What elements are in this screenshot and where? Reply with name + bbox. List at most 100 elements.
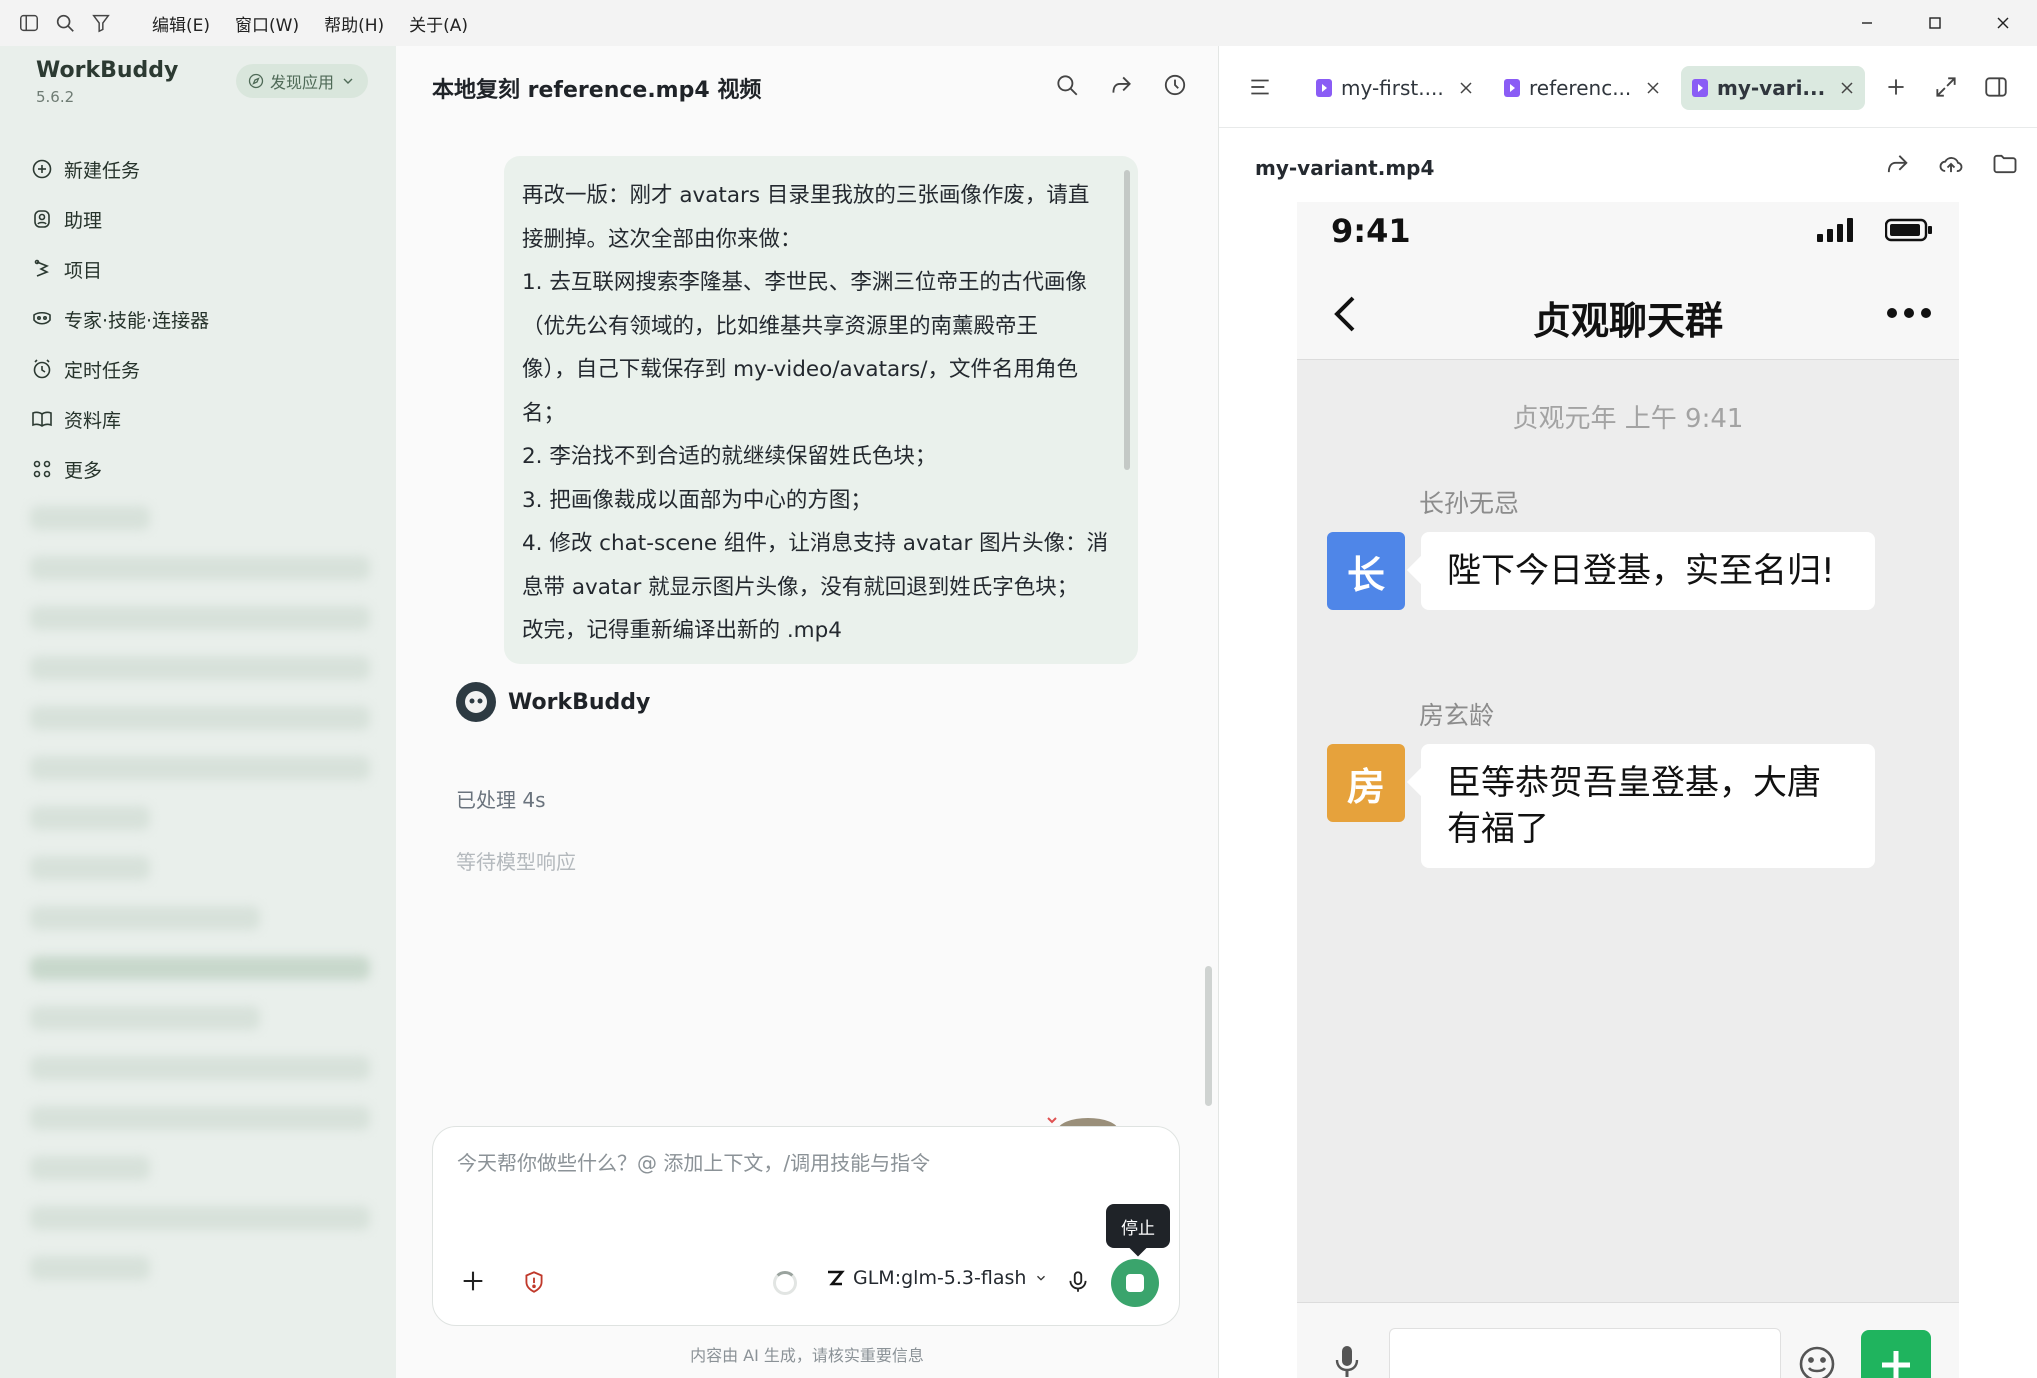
expert-icon: [33, 311, 51, 325]
message-line: 改完，记得重新编译出新的 .mp4: [522, 618, 842, 643]
sidebar-item-label: 项目: [64, 259, 103, 282]
video-file-icon: [1504, 79, 1520, 97]
tab-reference[interactable]: referenc...: [1493, 66, 1671, 110]
tab-bar: my-first.... referenc... my-vari...: [1219, 46, 2037, 128]
app-version: 5.6.2: [36, 88, 75, 106]
message-line: 3. 把画像裁成以面部为中心的方图；: [522, 487, 872, 513]
sidebar-item-project[interactable]: 项目: [30, 244, 209, 294]
menu-help[interactable]: 帮助(H): [324, 11, 384, 36]
filter-icon[interactable]: [86, 8, 116, 38]
close-icon[interactable]: [1458, 80, 1474, 96]
more-dots-icon[interactable]: [1885, 306, 1933, 320]
battery-icon: [1885, 218, 1932, 242]
add-tab-icon[interactable]: [1883, 74, 1909, 100]
sidebar-item-assistant[interactable]: 助理: [30, 194, 209, 244]
share-icon[interactable]: [1883, 150, 1911, 178]
phone-status-bar: 9:41: [1297, 202, 1959, 262]
stop-tooltip: 停止: [1106, 1204, 1170, 1248]
model-selector[interactable]: GLM:glm-5.3-flash: [825, 1267, 1048, 1289]
status-time: 9:41: [1331, 212, 1411, 250]
sidebar-item-scheduled[interactable]: 定时任务: [30, 344, 209, 394]
bubble-scrollbar[interactable]: [1124, 170, 1130, 470]
blurred-row[interactable]: [30, 1056, 370, 1080]
message-line: 4. 修改 chat-scene 组件，让消息支持 avatar 图片头像：消: [522, 531, 1109, 556]
blurred-row[interactable]: [30, 556, 370, 580]
outline-menu-icon[interactable]: [1247, 74, 1273, 100]
blurred-row[interactable]: [30, 656, 370, 680]
discover-apps-button[interactable]: 发现应用: [236, 64, 369, 98]
menu-window[interactable]: 窗口(W): [235, 11, 299, 36]
tab-my-first[interactable]: my-first....: [1305, 66, 1484, 110]
blurred-row[interactable]: [30, 1106, 370, 1130]
more-grid-icon: [33, 460, 51, 478]
blurred-row: [30, 506, 150, 530]
preview-panel: my-first.... referenc... my-vari... my-v…: [1219, 46, 2037, 1378]
maximize-button[interactable]: [1901, 0, 1969, 46]
close-window-button[interactable]: [1969, 0, 2037, 46]
video-file-icon: [1316, 79, 1332, 97]
composer-input[interactable]: 今天帮你做些什么？@ 添加上下文，/调用技能与指令: [457, 1147, 930, 1176]
cloud-upload-icon[interactable]: [1937, 150, 1965, 178]
panel-toggle-icon[interactable]: [1983, 74, 2009, 100]
sidebar-item-library[interactable]: 资料库: [30, 394, 209, 444]
shield-alert-icon[interactable]: [521, 1269, 547, 1295]
emoji-icon: [1799, 1346, 1835, 1378]
waiting-status: 等待模型响应: [456, 850, 576, 874]
message-timestamp: 贞观元年 上午 9:41: [1512, 404, 1744, 434]
avatar: 房: [1327, 744, 1405, 822]
share-icon[interactable]: [1108, 72, 1134, 98]
search-icon[interactable]: [1054, 72, 1080, 98]
microphone-icon[interactable]: [1065, 1269, 1091, 1295]
sidebar-toggle-icon[interactable]: [14, 8, 44, 38]
video-preview-frame[interactable]: 9:41 贞观聊天群 贞观元年 上午 9:41 长孙无忌 长 陛下今日登基，实至…: [1297, 202, 1959, 1378]
blurred-row[interactable]: [30, 1206, 370, 1230]
avatar: 长: [1327, 532, 1405, 610]
project-icon: [34, 259, 49, 277]
menu-about[interactable]: 关于(A): [409, 11, 468, 36]
stop-button[interactable]: [1111, 1259, 1159, 1307]
message-line: 像），自己下载保存到 my-video/avatars/，文件名用角色: [522, 357, 1078, 382]
plus-icon: [1882, 1351, 1910, 1378]
compass-icon: [248, 73, 264, 89]
sidebar-item-more[interactable]: 更多: [30, 444, 209, 494]
sidebar-item-experts[interactable]: 专家·技能·连接器: [30, 294, 209, 344]
book-icon: [32, 411, 52, 427]
sidebar-item-new-task[interactable]: 新建任务: [30, 144, 209, 194]
tab-my-variant[interactable]: my-vari...: [1681, 66, 1866, 110]
tab-label: my-first....: [1341, 76, 1444, 100]
signal-icon: [1817, 218, 1853, 242]
chat-scrollbar[interactable]: [1205, 966, 1212, 1106]
tab-label: referenc...: [1529, 76, 1632, 100]
sender-name: 房玄龄: [1419, 701, 1495, 730]
history-icon[interactable]: [1162, 72, 1188, 98]
voice-icon: [1335, 1346, 1359, 1377]
new-task-icon: [32, 159, 52, 179]
sidebar-item-label: 新建任务: [64, 159, 141, 182]
message-composer: 今天帮你做些什么？@ 添加上下文，/调用技能与指令 GLM:glm-5.3-fl…: [432, 1126, 1180, 1326]
app-brand: WorkBuddy: [36, 58, 179, 83]
message-line: 息带 avatar 就显示图片头像，没有就回退到姓氏字色块；: [522, 574, 1079, 600]
add-attachment-icon[interactable]: [459, 1267, 487, 1295]
file-title: my-variant.mp4: [1255, 156, 1435, 180]
ai-disclaimer: 内容由 AI 生成，请核实重要信息: [690, 1346, 924, 1365]
tab-label: my-vari...: [1717, 76, 1826, 100]
blurred-row: [30, 806, 150, 830]
user-message-bubble: 再改一版：刚才 avatars 目录里我放的三张画像作废，请直 接删掉。这次全部…: [504, 156, 1138, 664]
blurred-row[interactable]: [30, 956, 370, 980]
sidebar-item-label: 资料库: [64, 409, 122, 432]
message-line: 接删掉。这次全部由你来做：: [522, 226, 802, 252]
sidebar-nav: 新建任务 助理 项目 专家·技能·连接器 定时任务 资料库 更多: [30, 144, 209, 494]
menu-edit[interactable]: 编辑(E): [152, 11, 210, 36]
close-icon[interactable]: [1839, 80, 1855, 96]
search-icon[interactable]: [50, 8, 80, 38]
message-bubble: 陛下今日登基，实至名归!: [1421, 532, 1875, 610]
blurred-row[interactable]: [30, 606, 370, 630]
minimize-button[interactable]: [1833, 0, 1901, 46]
blurred-row[interactable]: [30, 756, 370, 780]
expand-icon[interactable]: [1933, 74, 1959, 100]
folder-icon[interactable]: [1991, 150, 2019, 178]
chat-panel: 本地复刻 reference.mp4 视频 再改一版：刚才 avatars 目录…: [396, 46, 1218, 1378]
blurred-row: [30, 856, 150, 880]
close-icon[interactable]: [1645, 80, 1661, 96]
blurred-row[interactable]: [30, 706, 370, 730]
